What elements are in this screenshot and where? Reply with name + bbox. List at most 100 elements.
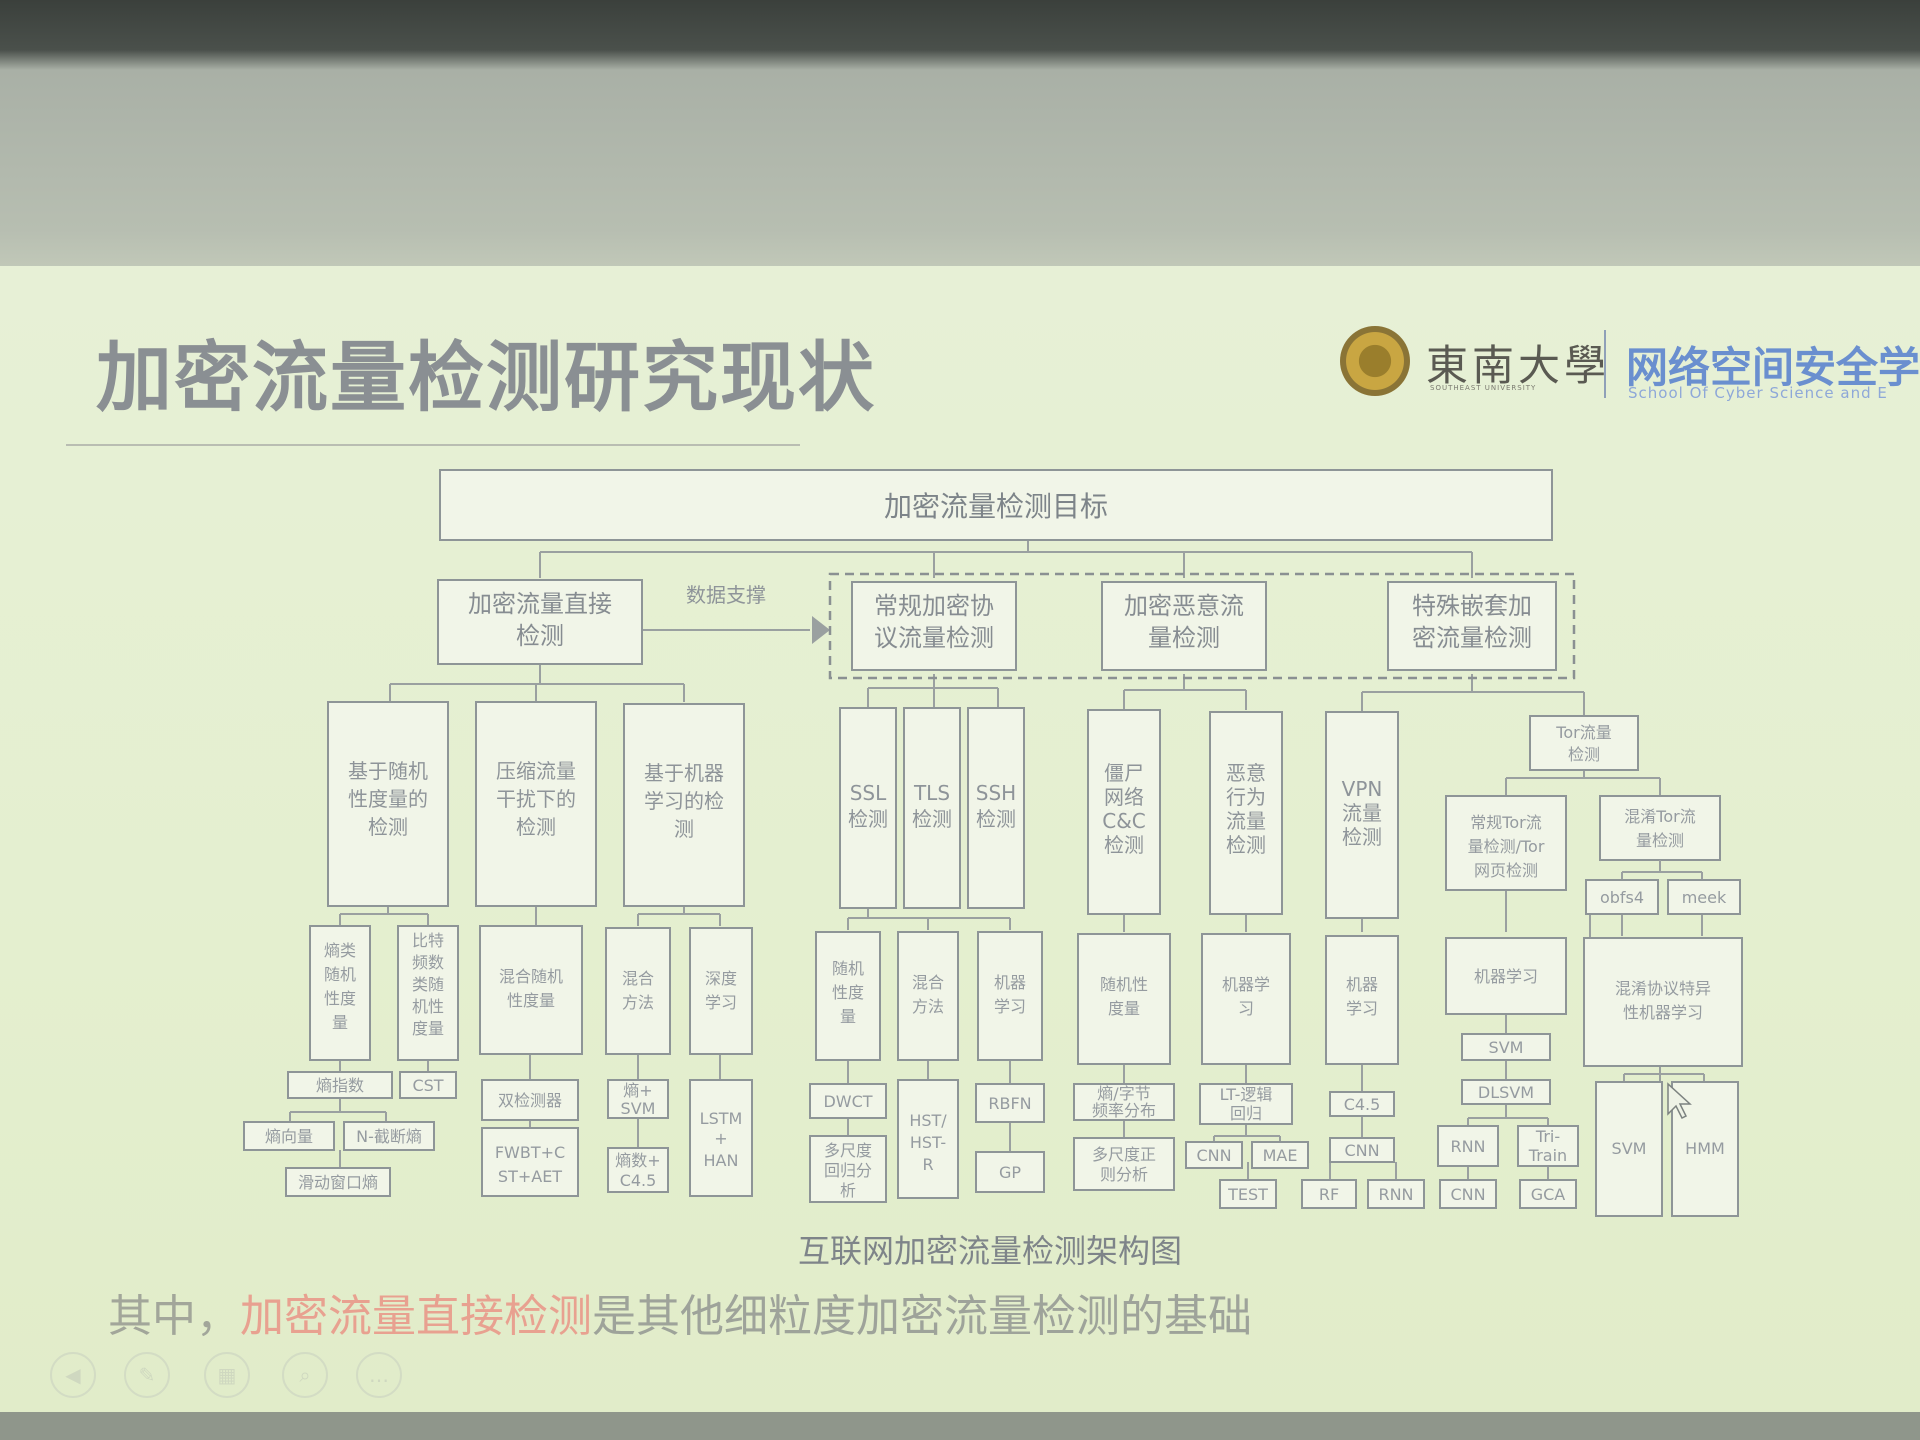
gp-text: GP bbox=[999, 1163, 1021, 1182]
branch-direct-label-2: 检测 bbox=[516, 622, 564, 650]
ssl-label-1: SSL bbox=[850, 781, 887, 805]
footer-suffix: 是其他细粒度加密流量检测的基础 bbox=[592, 1291, 1252, 1342]
rnn-vpn-text: RNN bbox=[1378, 1185, 1413, 1204]
slide-footer-text: 其中，加密流量直接检测是其他细粒度加密流量检测的基础 bbox=[108, 1280, 1252, 1344]
botnet-label-3: C&C bbox=[1102, 809, 1146, 833]
obf-ml-label-1: 混淆协议特异 bbox=[1615, 979, 1711, 998]
node-ssh-detection: SSH 检测 bbox=[967, 707, 1025, 909]
malicious-behavior-label-3: 流量 bbox=[1226, 809, 1266, 833]
conv-rand-label-2: 性度 bbox=[832, 983, 864, 1002]
branch-direct-label-1: 加密流量直接 bbox=[468, 590, 612, 618]
conv-rand-label-1: 随机 bbox=[832, 959, 864, 978]
method-svm-obf: SVM bbox=[1595, 1081, 1663, 1217]
node-entropy-randomness: 熵类 随机 性度 量 bbox=[309, 925, 371, 1061]
node-malicious-behavior: 恶意 行为 流量 检测 bbox=[1209, 711, 1283, 915]
method-c45: C4.5 bbox=[1329, 1091, 1395, 1117]
conv-ml-label-1: 机器 bbox=[994, 973, 1026, 992]
regular-tor-label-3: 网页检测 bbox=[1474, 861, 1538, 880]
vpn-label-1: VPN bbox=[1342, 777, 1383, 801]
vpn-label-2: 流量 bbox=[1342, 801, 1382, 825]
mixed-rand-label-1: 混合随机 bbox=[499, 967, 563, 986]
rnn-tor-text: RNN bbox=[1450, 1137, 1485, 1156]
conv-ml-label-2: 学习 bbox=[994, 997, 1026, 1016]
multiscale-reg-2: 则分析 bbox=[1100, 1165, 1148, 1184]
node-tor-ml: 机器学习 bbox=[1445, 937, 1567, 1015]
node-obf-ml: 混淆协议特异 性机器学习 bbox=[1583, 937, 1743, 1067]
han-text: HAN bbox=[704, 1151, 739, 1170]
dwct-text: DWCT bbox=[823, 1092, 872, 1111]
method-svm-tor: SVM bbox=[1461, 1033, 1551, 1061]
entropy-svm-1: 熵+ bbox=[623, 1081, 652, 1100]
bitfreq-label-3: 类随 bbox=[412, 975, 444, 994]
node-ml-label-3: 测 bbox=[674, 817, 694, 841]
method-entropy-index: 熵指数 bbox=[287, 1071, 393, 1099]
method-tri-train: Tri- Train bbox=[1517, 1125, 1579, 1167]
conv-hybrid-label-2: 方法 bbox=[912, 997, 944, 1016]
slides-grid-icon[interactable]: ▦ bbox=[204, 1352, 250, 1398]
node-compressed-traffic: 压缩流量 干扰下的 检测 bbox=[475, 701, 597, 907]
diagram-caption: 互联网加密流量检测架构图 bbox=[797, 1232, 1182, 1270]
node-obfuscated-tor: 混淆Tor流 量检测 bbox=[1599, 795, 1721, 861]
node-tls-detection: TLS 检测 bbox=[903, 707, 961, 909]
botnet-label-2: 网络 bbox=[1104, 785, 1144, 809]
rf-text: RF bbox=[1319, 1185, 1339, 1204]
cnn-tor-text: CNN bbox=[1450, 1185, 1485, 1204]
entropy-svm-2: SVM bbox=[621, 1099, 656, 1118]
node-ml-label-1: 基于机器 bbox=[644, 761, 724, 785]
pen-icon[interactable]: ✎ bbox=[124, 1352, 170, 1398]
lt-2: 回归 bbox=[1230, 1104, 1262, 1123]
hybrid-label-1: 混合 bbox=[622, 969, 654, 988]
tri-1: Tri- bbox=[1535, 1127, 1560, 1146]
dual-detector-text: 双检测器 bbox=[498, 1091, 562, 1110]
branch-conventional-protocol: 常规加密协 议流量检测 bbox=[851, 581, 1017, 671]
prev-slide-icon[interactable]: ◀ bbox=[50, 1352, 96, 1398]
multiscale-1: 多尺度 bbox=[824, 1141, 872, 1160]
behavior-sub-label-2: 习 bbox=[1238, 999, 1254, 1018]
gca-text: GCA bbox=[1531, 1185, 1566, 1204]
entropy-index-text: 熵指数 bbox=[316, 1076, 364, 1095]
malicious-behavior-label-1: 恶意 bbox=[1226, 761, 1266, 785]
node-conv-randomness: 随机 性度 量 bbox=[815, 931, 881, 1061]
support-arrowhead bbox=[812, 616, 830, 644]
node-meek: meek bbox=[1667, 879, 1741, 915]
vpn-ml-label-1: 机器 bbox=[1346, 975, 1378, 994]
method-multiscale-regular: 多尺度正 则分析 bbox=[1073, 1137, 1175, 1191]
method-gca: GCA bbox=[1519, 1179, 1577, 1209]
branch-malicious-traffic: 加密恶意流 量检测 bbox=[1101, 581, 1267, 671]
method-dual-detector: 双检测器 bbox=[481, 1079, 579, 1121]
deep-label-2: 学习 bbox=[705, 993, 737, 1012]
hst-2: HST- bbox=[910, 1133, 946, 1152]
botnet-label-4: 检测 bbox=[1104, 833, 1144, 857]
entropy-label-3: 性度 bbox=[324, 989, 356, 1008]
node-deep-learning: 深度 学习 bbox=[689, 927, 753, 1055]
lstm-text: LSTM bbox=[700, 1109, 743, 1128]
method-cst: CST bbox=[399, 1071, 457, 1099]
hmm-text: HMM bbox=[1685, 1139, 1725, 1158]
hybrid-label-2: 方法 bbox=[622, 993, 654, 1012]
zoom-icon[interactable]: ⌕ bbox=[282, 1352, 328, 1398]
node-ml-label-2: 学习的检 bbox=[644, 789, 724, 813]
tor-label-1: Tor流量 bbox=[1555, 723, 1611, 742]
more-options-icon[interactable]: … bbox=[356, 1352, 402, 1398]
conv-hybrid-label-1: 混合 bbox=[912, 973, 944, 992]
mae-text: MAE bbox=[1263, 1146, 1298, 1165]
branch-direct-detection: 加密流量直接 检测 bbox=[437, 579, 643, 665]
method-hst: HST/ HST- R bbox=[897, 1079, 959, 1199]
node-regular-tor: 常规Tor流 量检测/Tor 网页检测 bbox=[1445, 795, 1567, 891]
node-vpn-ml: 机器 学习 bbox=[1325, 935, 1399, 1065]
architecture-diagram: 加密流量检测目标 数据支撑 加密流量直接 检测 常规加密协 议流量检测 加密恶意… bbox=[243, 469, 1743, 1217]
method-rnn-vpn: RNN bbox=[1367, 1179, 1425, 1209]
node-compressed-label-1: 压缩流量 bbox=[496, 759, 576, 783]
branch-conventional-label-1: 常规加密协 bbox=[874, 592, 994, 620]
branch-malicious-label-2: 量检测 bbox=[1148, 624, 1220, 652]
method-sliding-window-entropy: 滑动窗口熵 bbox=[285, 1167, 391, 1197]
obf-tor-label-1: 混淆Tor流 bbox=[1624, 807, 1695, 826]
vpn-label-3: 检测 bbox=[1342, 825, 1382, 849]
method-entropy-byte-freq: 熵/字节 频率分布 bbox=[1073, 1083, 1175, 1121]
dlsvm-text: DLSVM bbox=[1478, 1083, 1534, 1102]
node-vpn-detection: VPN 流量 检测 bbox=[1325, 711, 1399, 919]
method-multiscale-regression: 多尺度 回归分 析 bbox=[809, 1135, 887, 1203]
footer-prefix: 其中， bbox=[108, 1291, 240, 1342]
bitfreq-label-1: 比特 bbox=[412, 931, 444, 950]
sliding-window-text: 滑动窗口熵 bbox=[298, 1173, 378, 1192]
